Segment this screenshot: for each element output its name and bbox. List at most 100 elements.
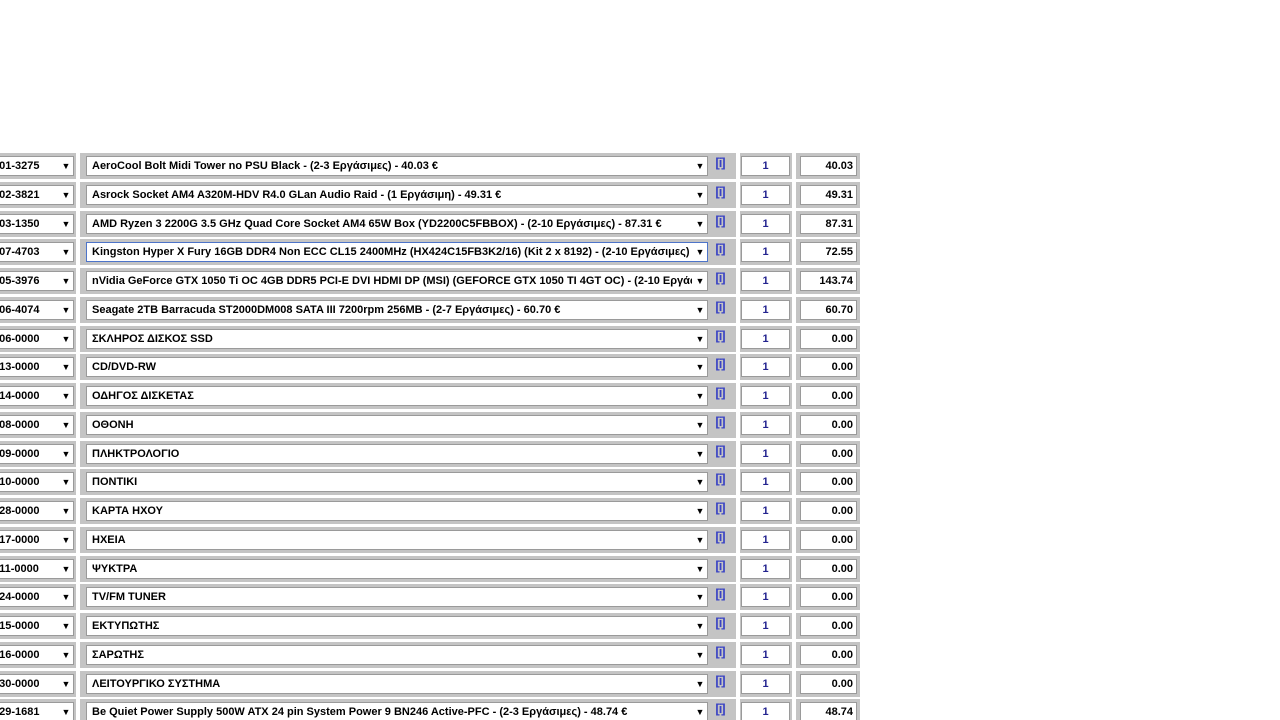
- product-select[interactable]: TV/FM TUNER ▼: [86, 587, 708, 608]
- code-select[interactable]: 011-0000 ▼: [0, 558, 74, 579]
- price-field: 0.00: [800, 386, 857, 406]
- quantity-input[interactable]: 1: [741, 501, 790, 521]
- price-field: 0.00: [800, 414, 857, 435]
- product-select[interactable]: Kingston Hyper X Fury 16GB DDR4 Non ECC …: [86, 242, 708, 263]
- quantity-input[interactable]: 1: [741, 386, 790, 406]
- chevron-down-icon: ▼: [695, 272, 705, 290]
- quantity-input[interactable]: 1: [741, 616, 790, 636]
- quantity-input[interactable]: 1: [741, 558, 790, 579]
- info-icon[interactable]: [i]: [711, 326, 729, 346]
- quantity-input[interactable]: 1: [741, 443, 790, 464]
- product-select[interactable]: Be Quiet Power Supply 500W ATX 24 pin Sy…: [86, 702, 708, 720]
- code-select[interactable]: 005-3976 ▼: [0, 271, 74, 291]
- code-select[interactable]: 008-0000 ▼: [0, 414, 74, 435]
- quantity-input[interactable]: 1: [741, 328, 790, 349]
- chevron-down-icon: ▼: [61, 588, 71, 607]
- info-icon[interactable]: [i]: [711, 671, 729, 691]
- code-select[interactable]: 015-0000 ▼: [0, 616, 74, 636]
- code-select[interactable]: 013-0000 ▼: [0, 357, 74, 378]
- product-select[interactable]: ΠΛΗΚΤΡΟΛΟΓΙΟ ▼: [86, 443, 708, 464]
- quantity-input[interactable]: 1: [741, 213, 790, 234]
- info-icon[interactable]: [i]: [711, 642, 729, 662]
- product-select-value: nVidia GeForce GTX 1050 Ti OC 4GB DDR5 P…: [92, 275, 692, 287]
- code-select[interactable]: 014-0000 ▼: [0, 386, 74, 406]
- quantity-input[interactable]: 1: [741, 644, 790, 665]
- chevron-down-icon: ▼: [695, 300, 705, 319]
- component-row: 008-0000 ▼ ΟΘΟΝΗ ▼ [i] 1 0.00: [0, 411, 860, 440]
- product-select[interactable]: ΟΘΟΝΗ ▼: [86, 414, 708, 435]
- info-icon[interactable]: [i]: [711, 556, 729, 576]
- code-select-value: 029-1681: [0, 706, 40, 719]
- code-select[interactable]: 029-1681 ▼: [0, 702, 74, 720]
- product-select[interactable]: ΣΑΡΩΤΗΣ ▼: [86, 644, 708, 665]
- code-select[interactable]: 010-0000 ▼: [0, 472, 74, 493]
- info-icon[interactable]: [i]: [711, 412, 729, 432]
- quantity-input[interactable]: 1: [741, 673, 790, 694]
- info-icon[interactable]: [i]: [711, 153, 729, 173]
- info-icon[interactable]: [i]: [711, 699, 729, 719]
- chevron-down-icon: ▼: [695, 157, 705, 175]
- code-select[interactable]: 001-3275 ▼: [0, 156, 74, 176]
- code-select[interactable]: 006-0000 ▼: [0, 328, 74, 349]
- info-icon[interactable]: [i]: [711, 498, 729, 518]
- product-select-value: CD/DVD-RW: [92, 361, 156, 374]
- info-icon[interactable]: [i]: [711, 584, 729, 604]
- product-select-value: ΣΑΡΩΤΗΣ: [92, 648, 144, 661]
- code-select-value: 017-0000: [0, 533, 40, 546]
- info-icon[interactable]: [i]: [711, 469, 729, 489]
- product-select[interactable]: AMD Ryzen 3 2200G 3.5 GHz Quad Core Sock…: [86, 213, 708, 234]
- product-select[interactable]: ΣΚΛΗΡΟΣ ΔΙΣΚΟΣ SSD ▼: [86, 328, 708, 349]
- product-select[interactable]: ΠΟΝΤΙΚΙ ▼: [86, 472, 708, 493]
- info-icon[interactable]: [i]: [711, 383, 729, 403]
- quantity-input[interactable]: 1: [741, 472, 790, 493]
- code-select[interactable]: 028-0000 ▼: [0, 501, 74, 521]
- quantity-input[interactable]: 1: [741, 299, 790, 320]
- info-icon[interactable]: [i]: [711, 527, 729, 547]
- chevron-down-icon: ▼: [61, 473, 71, 492]
- quantity-input[interactable]: 1: [741, 414, 790, 435]
- info-icon[interactable]: [i]: [711, 613, 729, 633]
- quantity-input[interactable]: 1: [741, 357, 790, 378]
- quantity-input[interactable]: 1: [741, 156, 790, 176]
- info-icon[interactable]: [i]: [711, 182, 729, 202]
- code-select[interactable]: 017-0000 ▼: [0, 529, 74, 550]
- code-select[interactable]: 006-4074 ▼: [0, 299, 74, 320]
- quantity-input[interactable]: 1: [741, 529, 790, 550]
- code-select[interactable]: 024-0000 ▼: [0, 587, 74, 608]
- quantity-input[interactable]: 1: [741, 271, 790, 291]
- code-select[interactable]: 002-3821 ▼: [0, 184, 74, 205]
- info-icon[interactable]: [i]: [711, 441, 729, 461]
- product-select[interactable]: nVidia GeForce GTX 1050 Ti OC 4GB DDR5 P…: [86, 271, 708, 291]
- product-select-value: ΟΘΟΝΗ: [92, 418, 134, 431]
- info-icon[interactable]: [i]: [711, 297, 729, 317]
- quantity-input[interactable]: 1: [741, 702, 790, 720]
- quantity-input[interactable]: 1: [741, 587, 790, 608]
- product-select[interactable]: ΕΚΤΥΠΩΤΗΣ ▼: [86, 616, 708, 636]
- code-select[interactable]: 030-0000 ▼: [0, 673, 74, 694]
- product-select[interactable]: ΚΑΡΤΑ ΗΧΟΥ ▼: [86, 501, 708, 521]
- product-select[interactable]: Seagate 2TB Barracuda ST2000DM008 SATA I…: [86, 299, 708, 320]
- code-select[interactable]: 003-1350 ▼: [0, 213, 74, 234]
- product-select-value: Seagate 2TB Barracuda ST2000DM008 SATA I…: [92, 303, 561, 316]
- product-select[interactable]: ΛΕΙΤΟΥΡΓΙΚΟ ΣΥΣΤΗΜΑ ▼: [86, 673, 708, 694]
- product-select[interactable]: ΗΧΕΙΑ ▼: [86, 529, 708, 550]
- info-icon[interactable]: [i]: [711, 354, 729, 374]
- info-icon[interactable]: [i]: [711, 211, 729, 231]
- code-select-value: 015-0000: [0, 620, 40, 632]
- product-select[interactable]: Asrock Socket AM4 A320M-HDV R4.0 GLan Au…: [86, 184, 708, 205]
- code-select[interactable]: 009-0000 ▼: [0, 443, 74, 464]
- chevron-down-icon: ▼: [61, 272, 71, 290]
- chevron-down-icon: ▼: [61, 358, 71, 377]
- component-row: 013-0000 ▼ CD/DVD-RW ▼ [i] 1 0.00: [0, 353, 860, 382]
- chevron-down-icon: ▼: [695, 559, 705, 578]
- quantity-input[interactable]: 1: [741, 242, 790, 263]
- code-select[interactable]: 007-4703 ▼: [0, 242, 74, 263]
- code-select[interactable]: 016-0000 ▼: [0, 644, 74, 665]
- product-select[interactable]: CD/DVD-RW ▼: [86, 357, 708, 378]
- product-select[interactable]: ΨΥΚΤΡΑ ▼: [86, 558, 708, 579]
- product-select[interactable]: AeroCool Bolt Midi Tower no PSU Black - …: [86, 156, 708, 176]
- product-select[interactable]: ΟΔΗΓΟΣ ΔΙΣΚΕΤΑΣ ▼: [86, 386, 708, 406]
- info-icon[interactable]: [i]: [711, 268, 729, 288]
- quantity-input[interactable]: 1: [741, 184, 790, 205]
- info-icon[interactable]: [i]: [711, 239, 729, 259]
